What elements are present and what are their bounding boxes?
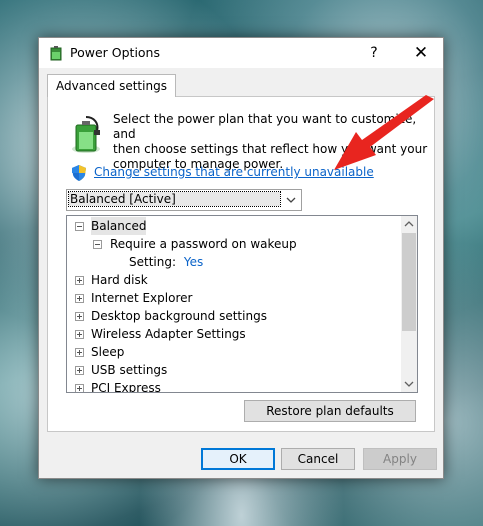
vertical-scrollbar[interactable] xyxy=(401,216,417,392)
settings-tree[interactable]: Balanced Require a password on wakeup Se… xyxy=(66,215,418,393)
expand-icon[interactable] xyxy=(75,384,84,392)
power-plan-icon xyxy=(72,116,100,153)
tree-item-label: Balanced xyxy=(91,217,147,235)
tree-setting-row[interactable]: Setting: Yes xyxy=(129,253,203,271)
expand-icon[interactable] xyxy=(75,276,84,285)
setting-value[interactable]: Yes xyxy=(184,255,203,269)
collapse-icon[interactable] xyxy=(93,240,102,249)
title-bar[interactable]: Power Options ? ✕ xyxy=(39,38,443,68)
collapse-icon[interactable] xyxy=(75,222,84,231)
arrow-pointer-icon xyxy=(334,95,434,170)
ok-button[interactable]: OK xyxy=(201,448,275,470)
tree-item-label: Desktop background settings xyxy=(91,309,267,323)
scrollbar-thumb[interactable] xyxy=(402,233,416,331)
apply-button[interactable]: Apply xyxy=(363,448,437,470)
close-button[interactable]: ✕ xyxy=(403,42,439,64)
expand-icon[interactable] xyxy=(75,330,84,339)
chevron-down-icon xyxy=(286,197,296,203)
cancel-button[interactable]: Cancel xyxy=(281,448,355,470)
expand-icon[interactable] xyxy=(75,366,84,375)
help-button[interactable]: ? xyxy=(359,43,389,63)
shield-icon xyxy=(72,165,86,181)
expand-icon[interactable] xyxy=(75,294,84,303)
tree-item-label: USB settings xyxy=(91,363,168,377)
scroll-down-icon[interactable] xyxy=(401,376,417,392)
tree-item-label: PCI Express xyxy=(91,381,161,393)
tree-item-label: Wireless Adapter Settings xyxy=(91,327,246,341)
expand-icon[interactable] xyxy=(75,312,84,321)
power-options-icon xyxy=(50,46,62,61)
tree-item-label: Sleep xyxy=(91,345,125,359)
tab-advanced-settings[interactable]: Advanced settings xyxy=(47,74,176,97)
power-plan-select[interactable]: Balanced [Active] xyxy=(66,189,302,211)
window-title: Power Options xyxy=(70,45,160,60)
power-plan-select-value: Balanced [Active] xyxy=(68,191,281,207)
tree-item-label: Internet Explorer xyxy=(91,291,193,305)
tree-item-label: Hard disk xyxy=(91,273,148,287)
expand-icon[interactable] xyxy=(75,348,84,357)
setting-label: Setting: xyxy=(129,255,177,269)
tree-item-label: Require a password on wakeup xyxy=(110,237,297,251)
scroll-up-icon[interactable] xyxy=(401,216,417,232)
restore-defaults-button[interactable]: Restore plan defaults xyxy=(244,400,416,422)
